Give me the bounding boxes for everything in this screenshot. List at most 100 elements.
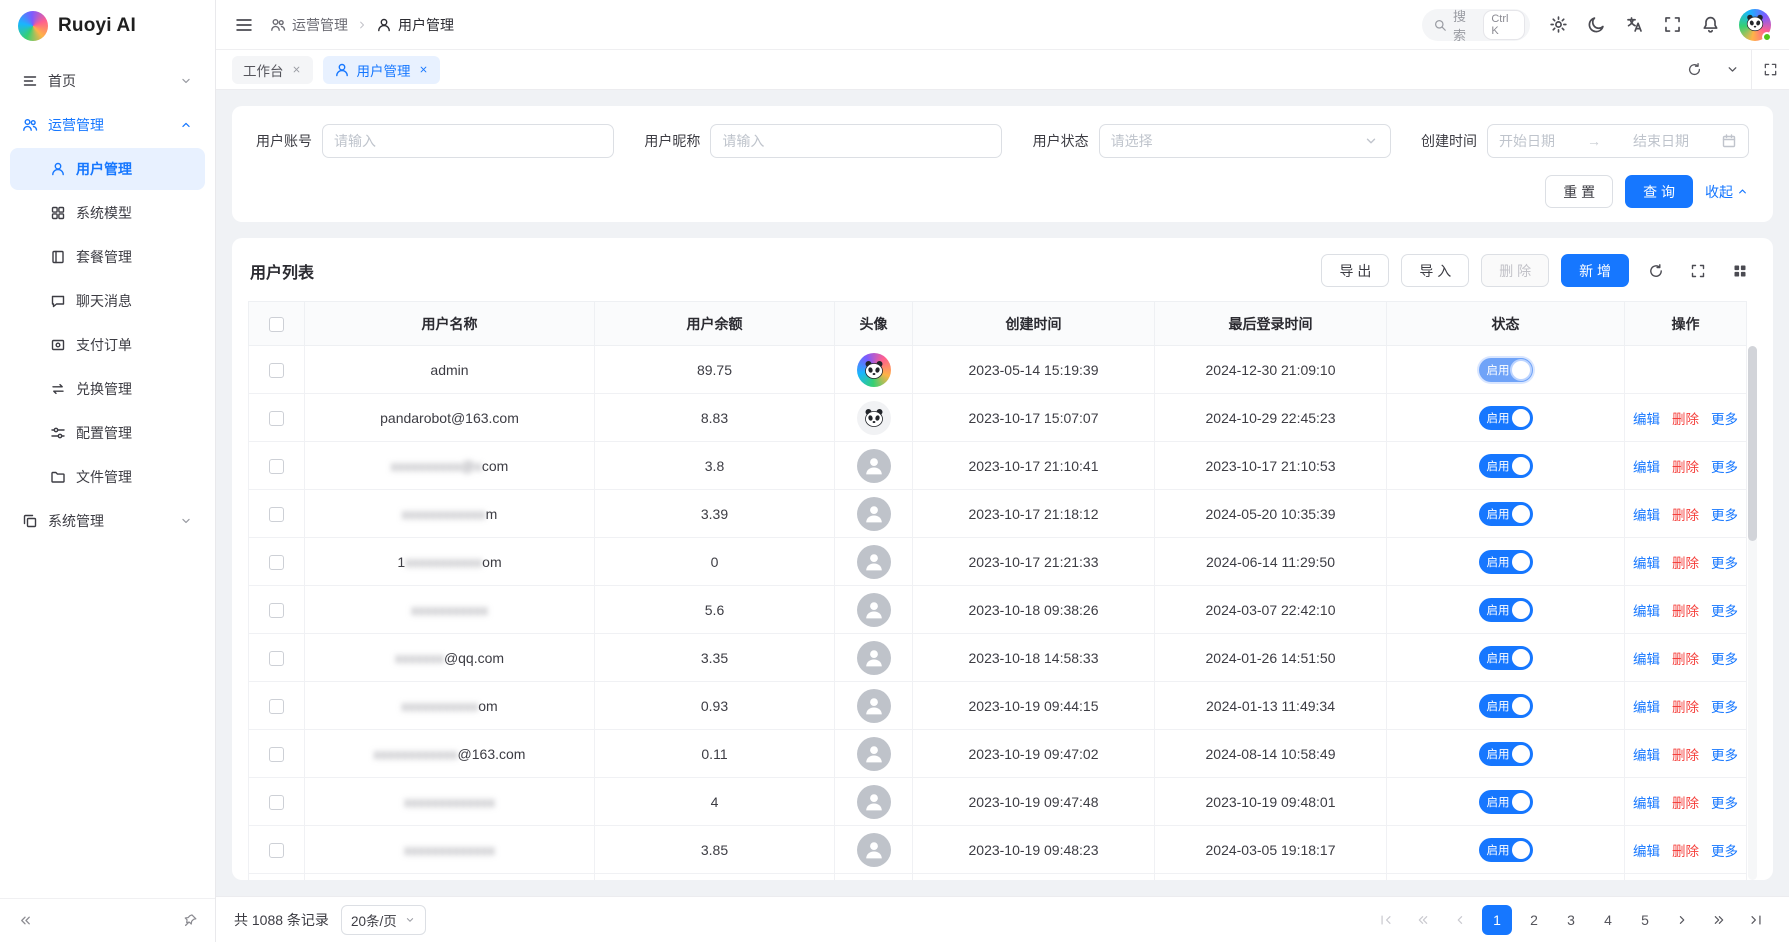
more-link[interactable]: 更多 xyxy=(1711,508,1738,523)
sidebar-item-10[interactable]: 系统管理 xyxy=(10,500,205,542)
sidebar-item-6[interactable]: 支付订单 xyxy=(10,324,205,366)
status-toggle[interactable]: 启用 xyxy=(1479,502,1533,526)
delete-link[interactable]: 删除 xyxy=(1672,556,1699,571)
close-icon[interactable] xyxy=(418,64,429,75)
tab-0[interactable]: 工作台 xyxy=(232,56,313,84)
row-checkbox[interactable] xyxy=(269,843,284,858)
sidebar-collapse-button[interactable] xyxy=(14,910,36,932)
row-checkbox[interactable] xyxy=(269,603,284,618)
edit-link[interactable]: 编辑 xyxy=(1633,604,1660,619)
moon-icon[interactable] xyxy=(1587,15,1606,34)
refresh-tab-icon[interactable] xyxy=(1675,50,1713,89)
status-toggle[interactable]: 启用 xyxy=(1479,694,1533,718)
sidebar-item-3[interactable]: 系统模型 xyxy=(10,192,205,234)
page-button-3[interactable]: 3 xyxy=(1556,905,1586,935)
table-fullscreen-icon[interactable] xyxy=(1683,256,1713,286)
edit-link[interactable]: 编辑 xyxy=(1633,700,1660,715)
status-toggle[interactable]: 启用 xyxy=(1479,790,1533,814)
status-toggle[interactable]: 启用 xyxy=(1479,358,1533,382)
more-link[interactable]: 更多 xyxy=(1711,412,1738,427)
chevron-down-icon[interactable] xyxy=(1713,50,1751,89)
refresh-table-icon[interactable] xyxy=(1641,256,1671,286)
status-toggle[interactable]: 启用 xyxy=(1479,742,1533,766)
maximize-view-icon[interactable] xyxy=(1751,50,1789,89)
delete-link[interactable]: 删除 xyxy=(1672,508,1699,523)
prev-page-button[interactable] xyxy=(1445,905,1475,935)
column-settings-icon[interactable] xyxy=(1725,256,1755,286)
page-button-5[interactable]: 5 xyxy=(1630,905,1660,935)
sidebar-item-4[interactable]: 套餐管理 xyxy=(10,236,205,278)
edit-link[interactable]: 编辑 xyxy=(1633,652,1660,667)
translate-icon[interactable] xyxy=(1625,15,1644,34)
sidebar-item-5[interactable]: 聊天消息 xyxy=(10,280,205,322)
page-button-2[interactable]: 2 xyxy=(1519,905,1549,935)
reset-button[interactable]: 重 置 xyxy=(1545,175,1613,208)
edit-link[interactable]: 编辑 xyxy=(1633,412,1660,427)
select-all-checkbox[interactable] xyxy=(269,317,284,332)
delete-link[interactable]: 删除 xyxy=(1672,652,1699,667)
search-input[interactable]: 搜索 Ctrl K xyxy=(1422,9,1530,41)
user-avatar-button[interactable] xyxy=(1739,9,1771,41)
filter-daterange[interactable]: 开始日期→结束日期 xyxy=(1487,124,1749,158)
delete-button[interactable]: 删 除 xyxy=(1481,254,1549,287)
row-checkbox[interactable] xyxy=(269,411,284,426)
fullscreen-icon[interactable] xyxy=(1663,15,1682,34)
page-size-select[interactable]: 20条/页 xyxy=(341,905,426,935)
page-button-1[interactable]: 1 xyxy=(1482,905,1512,935)
row-checkbox[interactable] xyxy=(269,459,284,474)
edit-link[interactable]: 编辑 xyxy=(1633,748,1660,763)
collapse-filter-link[interactable]: 收起 xyxy=(1705,182,1749,202)
delete-link[interactable]: 删除 xyxy=(1672,748,1699,763)
row-checkbox[interactable] xyxy=(269,699,284,714)
gear-icon[interactable] xyxy=(1549,15,1568,34)
status-toggle[interactable]: 启用 xyxy=(1479,646,1533,670)
next-5-pages-button[interactable] xyxy=(1704,905,1734,935)
app-logo[interactable]: Ruoyi AI xyxy=(0,0,215,52)
delete-link[interactable]: 删除 xyxy=(1672,412,1699,427)
last-page-button[interactable] xyxy=(1741,905,1771,935)
row-checkbox[interactable] xyxy=(269,507,284,522)
close-icon[interactable] xyxy=(291,64,302,75)
delete-link[interactable]: 删除 xyxy=(1672,844,1699,859)
breadcrumb-item-1[interactable]: 用户管理 xyxy=(376,15,454,35)
hamburger-icon[interactable] xyxy=(234,15,254,35)
pin-icon[interactable] xyxy=(179,910,201,932)
bell-icon[interactable] xyxy=(1701,15,1720,34)
delete-link[interactable]: 删除 xyxy=(1672,460,1699,475)
scrollbar-thumb[interactable] xyxy=(1748,346,1757,541)
more-link[interactable]: 更多 xyxy=(1711,604,1738,619)
status-toggle[interactable]: 启用 xyxy=(1479,454,1533,478)
more-link[interactable]: 更多 xyxy=(1711,748,1738,763)
delete-link[interactable]: 删除 xyxy=(1672,700,1699,715)
row-checkbox[interactable] xyxy=(269,363,284,378)
vertical-scrollbar[interactable] xyxy=(1748,346,1757,880)
row-checkbox[interactable] xyxy=(269,795,284,810)
status-toggle[interactable]: 启用 xyxy=(1479,838,1533,862)
first-page-button[interactable] xyxy=(1371,905,1401,935)
status-toggle[interactable]: 启用 xyxy=(1479,598,1533,622)
row-checkbox[interactable] xyxy=(269,555,284,570)
sidebar-item-1[interactable]: 运营管理 xyxy=(10,104,205,146)
next-page-button[interactable] xyxy=(1667,905,1697,935)
import-button[interactable]: 导 入 xyxy=(1401,254,1469,287)
more-link[interactable]: 更多 xyxy=(1711,556,1738,571)
more-link[interactable]: 更多 xyxy=(1711,652,1738,667)
sidebar-item-7[interactable]: 兑换管理 xyxy=(10,368,205,410)
status-toggle[interactable]: 启用 xyxy=(1479,406,1533,430)
filter-input-0[interactable]: 请输入 xyxy=(322,124,614,158)
export-button[interactable]: 导 出 xyxy=(1321,254,1389,287)
edit-link[interactable]: 编辑 xyxy=(1633,556,1660,571)
query-button[interactable]: 查 询 xyxy=(1625,175,1693,208)
tab-1[interactable]: 用户管理 xyxy=(323,56,440,84)
edit-link[interactable]: 编辑 xyxy=(1633,844,1660,859)
add-button[interactable]: 新 增 xyxy=(1561,254,1629,287)
more-link[interactable]: 更多 xyxy=(1711,844,1738,859)
edit-link[interactable]: 编辑 xyxy=(1633,460,1660,475)
delete-link[interactable]: 删除 xyxy=(1672,604,1699,619)
filter-input-1[interactable]: 请输入 xyxy=(710,124,1002,158)
sidebar-item-2[interactable]: 用户管理 xyxy=(10,148,205,190)
more-link[interactable]: 更多 xyxy=(1711,460,1738,475)
sidebar-item-0[interactable]: 首页 xyxy=(10,60,205,102)
more-link[interactable]: 更多 xyxy=(1711,796,1738,811)
row-checkbox[interactable] xyxy=(269,651,284,666)
